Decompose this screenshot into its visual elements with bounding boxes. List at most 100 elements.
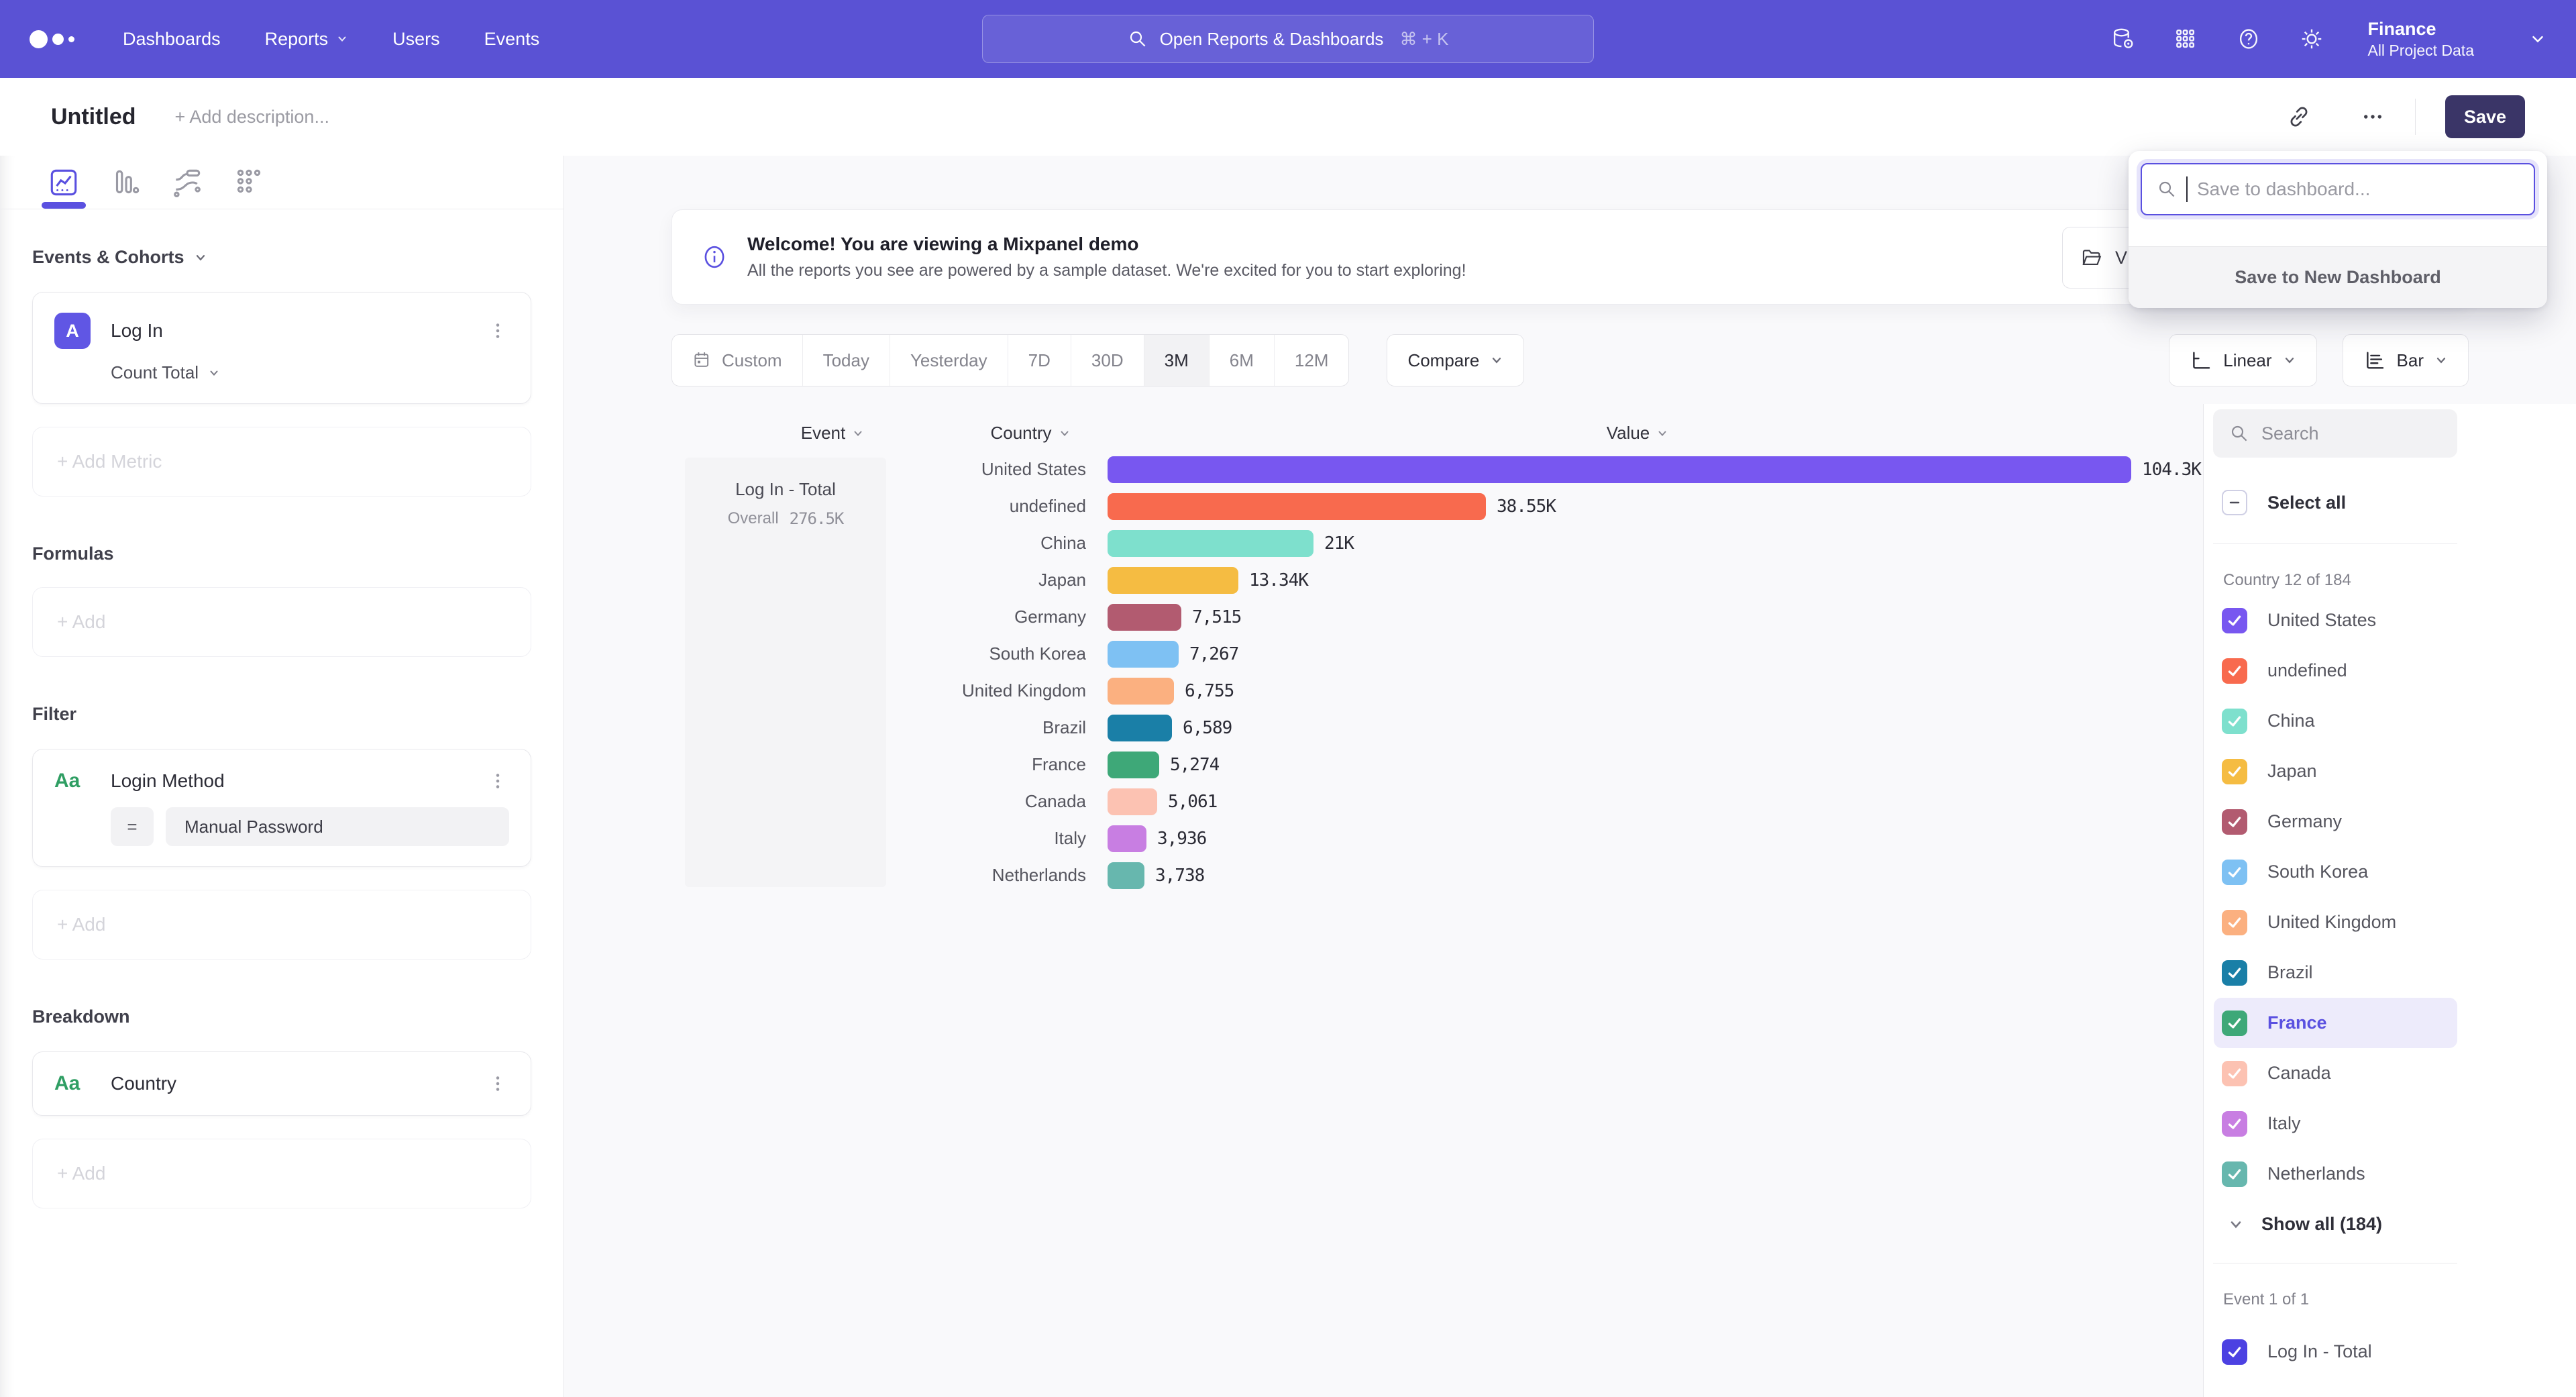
- save-button[interactable]: Save: [2445, 95, 2525, 138]
- range-yesterday[interactable]: Yesterday: [890, 335, 1008, 386]
- chevron-down-icon: [2283, 354, 2296, 367]
- global-search-button[interactable]: Open Reports & Dashboards ⌘ + K: [982, 15, 1594, 63]
- country-row-china[interactable]: China: [2214, 696, 2457, 746]
- filter-card[interactable]: Aa Login Method = Manual Password: [32, 749, 531, 867]
- country-checkbox[interactable]: [2222, 1061, 2247, 1086]
- range-custom[interactable]: Custom: [672, 335, 802, 386]
- bar[interactable]: [1108, 715, 1172, 741]
- nav-item-events[interactable]: Events: [484, 29, 540, 50]
- segments-search-input[interactable]: Search: [2213, 409, 2457, 458]
- country-checkbox-label: France: [2267, 1013, 2327, 1033]
- range-30d[interactable]: 30D: [1071, 335, 1144, 386]
- country-checkbox[interactable]: [2222, 910, 2247, 935]
- country-checkbox[interactable]: [2222, 860, 2247, 885]
- metric-event-name[interactable]: Log In: [111, 320, 163, 342]
- bar[interactable]: [1108, 530, 1313, 557]
- event-column-header[interactable]: Event: [786, 423, 879, 444]
- country-row-canada[interactable]: Canada: [2214, 1048, 2457, 1098]
- bar[interactable]: [1108, 456, 2131, 483]
- settings-gear-icon[interactable]: [2299, 26, 2324, 52]
- country-checkbox[interactable]: [2222, 709, 2247, 734]
- country-column-header[interactable]: Country: [940, 423, 1121, 444]
- country-row-japan[interactable]: Japan: [2214, 746, 2457, 796]
- event-series-cell[interactable]: Log In - Total Overall 276.5K: [685, 458, 886, 887]
- country-checkbox[interactable]: [2222, 1161, 2247, 1187]
- country-checkbox[interactable]: [2222, 608, 2247, 633]
- country-row-germany[interactable]: Germany: [2214, 796, 2457, 847]
- tab-flows[interactable]: [170, 166, 204, 199]
- range-6m[interactable]: 6M: [1209, 335, 1274, 386]
- metric-card[interactable]: A Log In Count Total: [32, 292, 531, 404]
- nav-item-dashboards[interactable]: Dashboards: [123, 29, 221, 50]
- country-row-united-kingdom[interactable]: United Kingdom: [2214, 897, 2457, 947]
- country-checkbox[interactable]: [2222, 1111, 2247, 1137]
- bar[interactable]: [1108, 862, 1144, 889]
- select-all-row[interactable]: Select all: [2213, 490, 2576, 515]
- bar-chart: Event Country Value Log In - Total: [564, 404, 2203, 1397]
- bar[interactable]: [1108, 825, 1146, 852]
- bar[interactable]: [1108, 641, 1179, 668]
- add-breakdown-button[interactable]: + Add: [32, 1139, 531, 1208]
- bar[interactable]: [1108, 752, 1159, 778]
- bar[interactable]: [1108, 788, 1157, 815]
- range-7d[interactable]: 7D: [1008, 335, 1071, 386]
- add-metric-button[interactable]: + Add Metric: [32, 427, 531, 497]
- range-today[interactable]: Today: [802, 335, 890, 386]
- range-12m[interactable]: 12M: [1274, 335, 1349, 386]
- data-management-icon[interactable]: [2110, 26, 2135, 52]
- nav-item-reports[interactable]: Reports: [265, 29, 349, 50]
- scale-selector-button[interactable]: Linear: [2169, 334, 2316, 386]
- chart-type-button[interactable]: Bar: [2343, 334, 2469, 386]
- chevron-down-icon[interactable]: [2529, 30, 2546, 48]
- copy-link-icon[interactable]: [2286, 104, 2312, 130]
- bar[interactable]: [1108, 493, 1486, 520]
- help-icon[interactable]: [2236, 26, 2261, 52]
- save-dashboard-search-input[interactable]: Save to dashboard...: [2141, 163, 2535, 215]
- select-all-checkbox[interactable]: [2222, 490, 2247, 515]
- tab-retention[interactable]: [232, 166, 266, 199]
- filter-value[interactable]: Manual Password: [166, 807, 509, 846]
- country-row-netherlands[interactable]: Netherlands: [2214, 1149, 2457, 1199]
- more-options-icon[interactable]: [2360, 104, 2385, 130]
- show-all-button[interactable]: Show all (184): [2213, 1214, 2576, 1235]
- compare-button[interactable]: Compare: [1387, 334, 1524, 386]
- bar[interactable]: [1108, 567, 1238, 594]
- add-formula-button[interactable]: + Add: [32, 587, 531, 657]
- events-cohorts-heading[interactable]: Events & Cohorts: [32, 247, 531, 268]
- breakdown-property-name[interactable]: Country: [111, 1073, 176, 1094]
- country-checkbox[interactable]: [2222, 960, 2247, 986]
- country-row-south-korea[interactable]: South Korea: [2214, 847, 2457, 897]
- event-checkbox[interactable]: [2222, 1339, 2247, 1365]
- filter-operator[interactable]: =: [111, 807, 154, 846]
- nav-item-users[interactable]: Users: [392, 29, 440, 50]
- bar[interactable]: [1108, 604, 1181, 631]
- report-description-placeholder[interactable]: + Add description...: [175, 107, 329, 127]
- country-row-italy[interactable]: Italy: [2214, 1098, 2457, 1149]
- kebab-menu-icon[interactable]: [486, 1072, 509, 1095]
- project-selector[interactable]: Finance All Project Data: [2367, 18, 2474, 60]
- mixpanel-logo-icon[interactable]: [30, 30, 74, 48]
- value-column-header[interactable]: Value: [1537, 423, 1738, 444]
- country-checkbox[interactable]: [2222, 658, 2247, 684]
- country-checkbox[interactable]: [2222, 809, 2247, 835]
- country-checkbox[interactable]: [2222, 1011, 2247, 1036]
- country-row-undefined[interactable]: undefined: [2214, 645, 2457, 696]
- apps-grid-icon[interactable]: [2173, 26, 2198, 52]
- country-row-brazil[interactable]: Brazil: [2214, 947, 2457, 998]
- kebab-menu-icon[interactable]: [486, 319, 509, 342]
- bar[interactable]: [1108, 678, 1174, 705]
- country-row-france[interactable]: France: [2214, 998, 2457, 1048]
- country-checkbox[interactable]: [2222, 759, 2247, 784]
- breakdown-card[interactable]: Aa Country: [32, 1051, 531, 1116]
- filter-property-name[interactable]: Login Method: [111, 770, 225, 792]
- tab-funnels[interactable]: [109, 166, 142, 199]
- kebab-menu-icon[interactable]: [486, 770, 509, 792]
- add-filter-button[interactable]: + Add: [32, 890, 531, 960]
- save-to-new-dashboard-button[interactable]: Save to New Dashboard: [2129, 246, 2547, 308]
- report-title[interactable]: Untitled: [51, 104, 136, 130]
- range-3m[interactable]: 3M: [1144, 335, 1209, 386]
- event-checkbox-row[interactable]: Log In - Total: [2214, 1327, 2457, 1377]
- country-row-united-states[interactable]: United States: [2214, 595, 2457, 645]
- metric-aggregation[interactable]: Count Total: [111, 362, 509, 383]
- tab-insights[interactable]: [47, 166, 80, 199]
